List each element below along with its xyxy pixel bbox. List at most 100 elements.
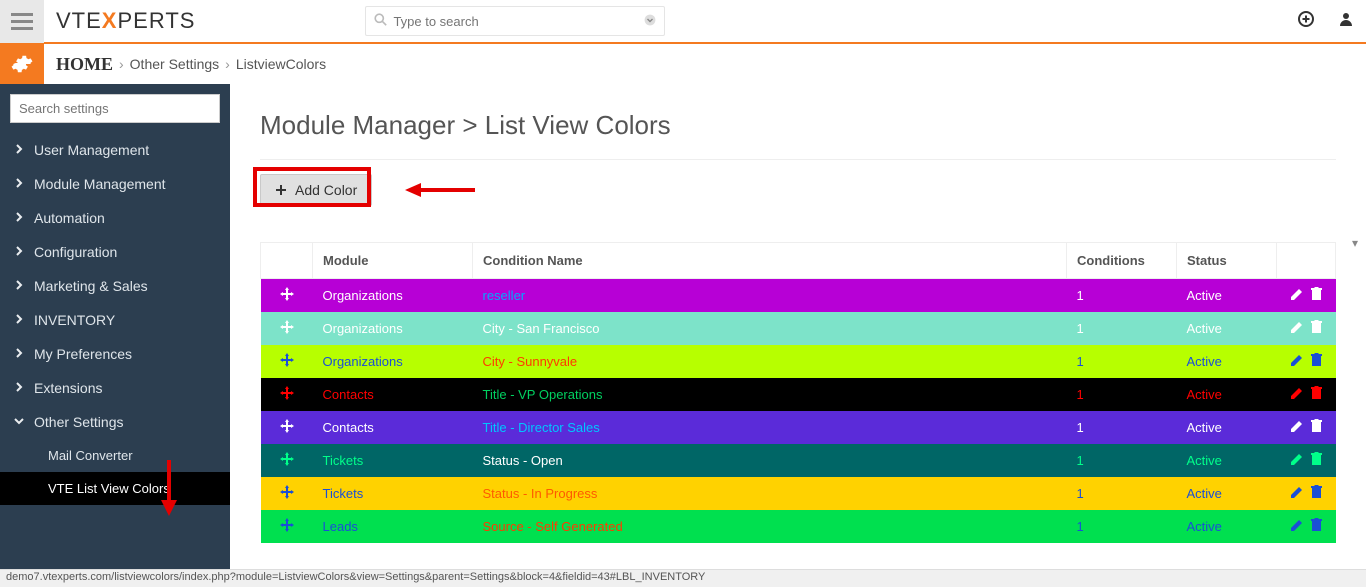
sidebar-item-automation[interactable]: Automation (0, 201, 230, 235)
sidebar-item-configuration[interactable]: Configuration (0, 235, 230, 269)
cell-module: Organizations (313, 345, 473, 378)
edit-icon[interactable] (1290, 485, 1304, 502)
cell-conditions: 1 (1067, 510, 1177, 543)
chevron-right-icon (14, 177, 24, 191)
cell-condition-name[interactable]: Title - VP Operations (473, 378, 1067, 411)
sidebar-item-other-settings[interactable]: Other Settings (0, 405, 230, 439)
sidebar-item-label: My Preferences (34, 346, 132, 362)
cell-condition-name[interactable]: City - San Francisco (473, 312, 1067, 345)
col-actions (1277, 243, 1336, 279)
breadcrumb-item[interactable]: Other Settings (130, 56, 220, 72)
colors-table: Module Condition Name Conditions Status … (260, 242, 1336, 543)
drag-handle-icon[interactable] (280, 320, 294, 337)
drag-handle-icon[interactable] (280, 386, 294, 403)
trash-icon[interactable] (1310, 518, 1323, 535)
annotation-arrow-icon (405, 179, 475, 201)
sidebar-item-label: Other Settings (34, 414, 124, 430)
page-title: Module Manager > List View Colors (260, 110, 1336, 141)
sidebar-item-inventory[interactable]: INVENTORY (0, 303, 230, 337)
cell-conditions: 1 (1067, 411, 1177, 444)
table-row: TicketsStatus - In Progress1Active (261, 477, 1336, 510)
cell-status: Active (1177, 444, 1277, 477)
cell-conditions: 1 (1067, 312, 1177, 345)
sidebar-search-input[interactable] (10, 94, 220, 123)
global-search-input[interactable] (393, 14, 644, 29)
sidebar-item-label: Module Management (34, 176, 166, 192)
settings-gear-button[interactable] (0, 44, 44, 84)
table-row: Organizationsreseller1Active (261, 279, 1336, 313)
trash-icon[interactable] (1310, 452, 1323, 469)
edit-icon[interactable] (1290, 518, 1304, 535)
divider (260, 159, 1336, 160)
cell-condition-name[interactable]: Status - In Progress (473, 477, 1067, 510)
browser-status-bar: demo7.vtexperts.com/listviewcolors/index… (0, 569, 1366, 587)
add-icon[interactable] (1298, 11, 1314, 32)
cell-module: Leads (313, 510, 473, 543)
trash-icon[interactable] (1310, 386, 1323, 403)
add-color-button[interactable]: Add Color (260, 174, 372, 206)
plus-icon (275, 184, 287, 196)
trash-icon[interactable] (1310, 353, 1323, 370)
trash-icon[interactable] (1310, 419, 1323, 436)
cell-status: Active (1177, 411, 1277, 444)
sidebar-item-label: INVENTORY (34, 312, 115, 328)
add-color-label: Add Color (295, 182, 357, 198)
cell-condition-name[interactable]: reseller (473, 279, 1067, 313)
chevron-right-icon (14, 279, 24, 293)
cell-status: Active (1177, 312, 1277, 345)
chevron-down-icon (14, 415, 24, 429)
trash-icon[interactable] (1310, 287, 1323, 304)
drag-handle-icon[interactable] (280, 452, 294, 469)
sidebar-item-label: Configuration (34, 244, 117, 260)
sidebar-item-marketing-sales[interactable]: Marketing & Sales (0, 269, 230, 303)
search-icon (374, 13, 387, 29)
drag-handle-icon[interactable] (280, 353, 294, 370)
edit-icon[interactable] (1290, 452, 1304, 469)
col-condition: Condition Name (473, 243, 1067, 279)
cell-module: Contacts (313, 378, 473, 411)
table-row: LeadsSource - Self Generated1Active (261, 510, 1336, 543)
edit-icon[interactable] (1290, 353, 1304, 370)
cell-module: Tickets (313, 444, 473, 477)
menu-toggle-button[interactable] (0, 0, 44, 43)
sidebar-subitem-vte-list-view-colors[interactable]: VTE List View Colors (0, 472, 230, 505)
sidebar-item-extensions[interactable]: Extensions (0, 371, 230, 405)
chevron-down-icon[interactable] (644, 14, 656, 29)
settings-sidebar: User Management Module Management Automati… (0, 84, 230, 569)
breadcrumb-home[interactable]: HOME (56, 54, 113, 75)
cell-condition-name[interactable]: Status - Open (473, 444, 1067, 477)
drag-handle-icon[interactable] (280, 518, 294, 535)
trash-icon[interactable] (1310, 485, 1323, 502)
table-row: ContactsTitle - Director Sales1Active (261, 411, 1336, 444)
content-area: Module Manager > List View Colors Add Co… (230, 84, 1366, 569)
edit-icon[interactable] (1290, 419, 1304, 436)
table-header-row: Module Condition Name Conditions Status (261, 243, 1336, 279)
cell-module: Organizations (313, 279, 473, 313)
cell-condition-name[interactable]: Source - Self Generated (473, 510, 1067, 543)
sort-indicator-icon: ▾ (1352, 236, 1358, 250)
sidebar-item-module-management[interactable]: Module Management (0, 167, 230, 201)
drag-handle-icon[interactable] (280, 485, 294, 502)
edit-icon[interactable] (1290, 320, 1304, 337)
global-search[interactable] (365, 6, 665, 36)
trash-icon[interactable] (1310, 320, 1323, 337)
table-row: ContactsTitle - VP Operations1Active (261, 378, 1336, 411)
cell-conditions: 1 (1067, 345, 1177, 378)
cell-condition-name[interactable]: Title - Director Sales (473, 411, 1067, 444)
breadcrumb-sep: › (225, 56, 230, 72)
cell-module: Organizations (313, 312, 473, 345)
drag-handle-icon[interactable] (280, 419, 294, 436)
user-icon[interactable] (1338, 11, 1354, 32)
sidebar-item-my-preferences[interactable]: My Preferences (0, 337, 230, 371)
breadcrumb-sep: › (119, 56, 124, 72)
sidebar-subitem-mail-converter[interactable]: Mail Converter (0, 439, 230, 472)
sidebar-item-label: Marketing & Sales (34, 278, 148, 294)
edit-icon[interactable] (1290, 386, 1304, 403)
cell-condition-name[interactable]: City - Sunnyvale (473, 345, 1067, 378)
drag-handle-icon[interactable] (280, 287, 294, 304)
col-conditions: Conditions (1067, 243, 1177, 279)
edit-icon[interactable] (1290, 287, 1304, 304)
breadcrumb: HOME › Other Settings › ListviewColors (56, 54, 326, 75)
sidebar-item-user-management[interactable]: User Management (0, 133, 230, 167)
cell-conditions: 1 (1067, 378, 1177, 411)
